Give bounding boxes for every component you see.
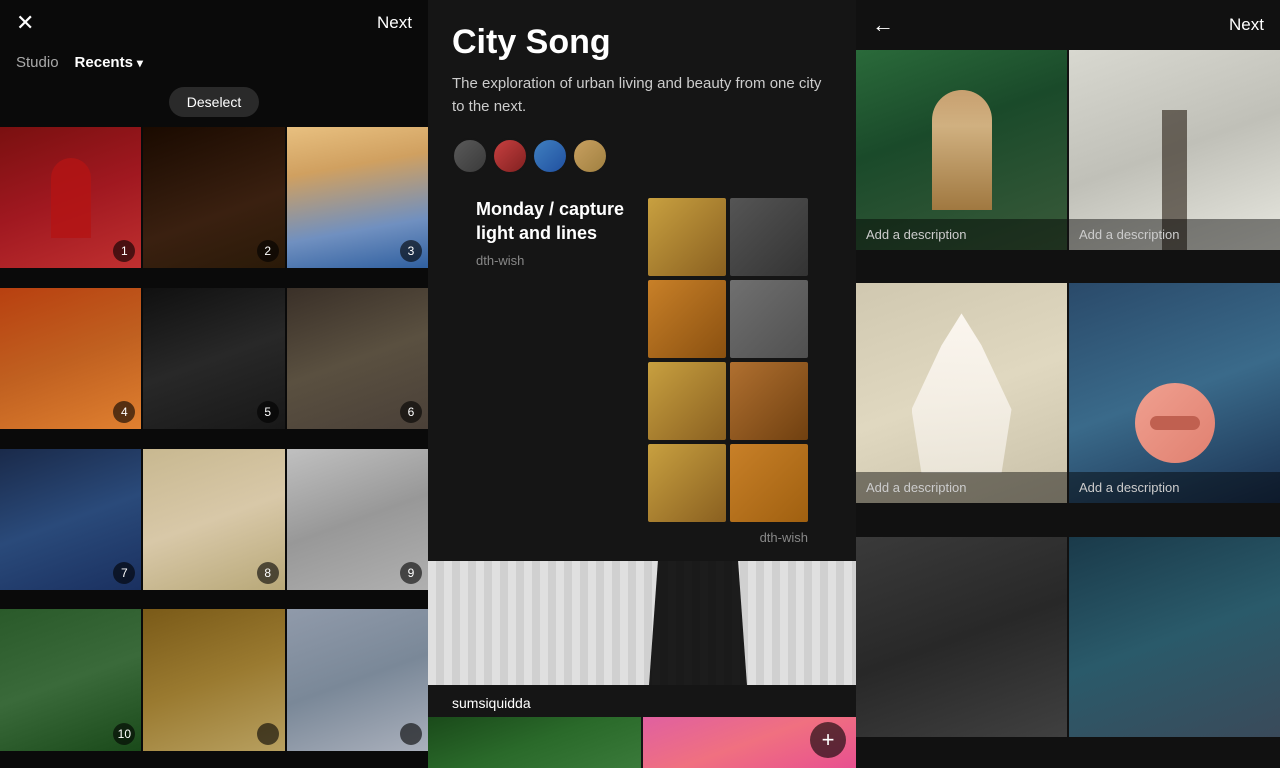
left-next-button[interactable]: Next xyxy=(377,13,412,33)
photo-cell-12[interactable] xyxy=(287,609,428,750)
thumb-3 xyxy=(648,280,726,358)
add-button[interactable]: + xyxy=(810,722,846,758)
avatar-4 xyxy=(572,138,608,174)
post-title: Monday / capture light and lines xyxy=(476,198,636,245)
thumb-4 xyxy=(730,280,808,358)
right-panel: ← Next Add a description Add a descripti… xyxy=(856,0,1280,768)
add-desc-4[interactable]: Add a description xyxy=(1069,472,1280,503)
photo-cell-1[interactable]: 1 xyxy=(0,127,141,268)
chevron-down-icon: ▾ xyxy=(137,56,143,70)
deselect-button[interactable]: Deselect xyxy=(169,87,259,117)
photo-num-10: 10 xyxy=(113,723,135,745)
thumb-7 xyxy=(648,444,726,522)
recents-dropdown[interactable]: Recents ▾ xyxy=(75,54,143,71)
right-cell-1: Add a description xyxy=(856,50,1067,250)
middle-author: sumsiquidda xyxy=(428,687,856,715)
thumb-8 xyxy=(730,444,808,522)
photo-grid: 1 2 3 4 5 6 7 8 xyxy=(0,127,428,768)
recents-label: Recents xyxy=(75,54,133,71)
right-cell-2: Add a description xyxy=(1069,50,1280,250)
photo-cell-6[interactable]: 6 xyxy=(287,288,428,429)
photo-num-11 xyxy=(257,723,279,745)
photo-cell-4[interactable]: 4 xyxy=(0,288,141,429)
author-2-area: dth-wish xyxy=(452,526,832,545)
add-desc-3[interactable]: Add a description xyxy=(856,472,1067,503)
back-button[interactable]: ← xyxy=(872,12,894,38)
city-song-desc: The exploration of urban living and beau… xyxy=(452,73,832,118)
photo-num-8: 8 xyxy=(257,562,279,584)
photo-cell-2[interactable]: 2 xyxy=(143,127,284,268)
photo-num-9: 9 xyxy=(400,562,422,584)
post-title-area: Monday / capture light and lines dth-wis… xyxy=(476,198,636,268)
right-cell-6 xyxy=(1069,537,1280,737)
left-panel: ✕ Next Studio Recents ▾ Deselect 1 2 3 xyxy=(0,0,428,768)
photo-cell-9[interactable]: 9 xyxy=(287,449,428,590)
right-cell-4: Add a description xyxy=(1069,283,1280,503)
middle-panel: City Song The exploration of urban livin… xyxy=(428,0,856,768)
thumb-1 xyxy=(648,198,726,276)
left-header: ✕ Next xyxy=(0,0,428,46)
bottom-img-1 xyxy=(428,717,641,768)
left-nav: Studio Recents ▾ xyxy=(0,46,428,83)
photo-cell-10[interactable]: 10 xyxy=(0,609,141,750)
photo-cell-5[interactable]: 5 xyxy=(143,288,284,429)
middle-bottom-images: + xyxy=(428,717,856,768)
thumb-6 xyxy=(730,362,808,440)
add-desc-1[interactable]: Add a description xyxy=(856,219,1067,250)
avatar-2 xyxy=(492,138,528,174)
close-button[interactable]: ✕ xyxy=(16,12,34,34)
post-row: Monday / capture light and lines dth-wis… xyxy=(452,198,832,522)
studio-tab[interactable]: Studio xyxy=(16,54,59,71)
photo-cell-7[interactable]: 7 xyxy=(0,449,141,590)
photo-cell-8[interactable]: 8 xyxy=(143,449,284,590)
post-thumbs xyxy=(648,198,808,522)
author-label-2: dth-wish xyxy=(760,530,808,545)
avatar-1 xyxy=(452,138,488,174)
avatar-3 xyxy=(532,138,568,174)
right-header: ← Next xyxy=(856,0,1280,50)
thumb-2 xyxy=(730,198,808,276)
middle-large-image xyxy=(428,561,856,685)
city-song-title: City Song xyxy=(452,24,832,61)
middle-images: sumsiquidda + xyxy=(428,561,856,768)
photo-num-12 xyxy=(400,723,422,745)
bottom-img-2: + xyxy=(643,717,856,768)
deselect-area: Deselect xyxy=(0,83,428,127)
photo-num-7: 7 xyxy=(113,562,135,584)
photo-num-6: 6 xyxy=(400,401,422,423)
photo-cell-11[interactable] xyxy=(143,609,284,750)
photo-num-2: 2 xyxy=(257,240,279,262)
author-label-1: dth-wish xyxy=(476,249,636,268)
add-desc-2[interactable]: Add a description xyxy=(1069,219,1280,250)
photo-num-5: 5 xyxy=(257,401,279,423)
right-cell-3: Add a description xyxy=(856,283,1067,503)
thumb-5 xyxy=(648,362,726,440)
right-grid: Add a description Add a description Add … xyxy=(856,50,1280,768)
avatar-group xyxy=(452,138,832,174)
right-cell-5 xyxy=(856,537,1067,737)
right-next-button[interactable]: Next xyxy=(1229,15,1264,35)
middle-content: City Song The exploration of urban livin… xyxy=(428,0,856,561)
photo-cell-3[interactable]: 3 xyxy=(287,127,428,268)
